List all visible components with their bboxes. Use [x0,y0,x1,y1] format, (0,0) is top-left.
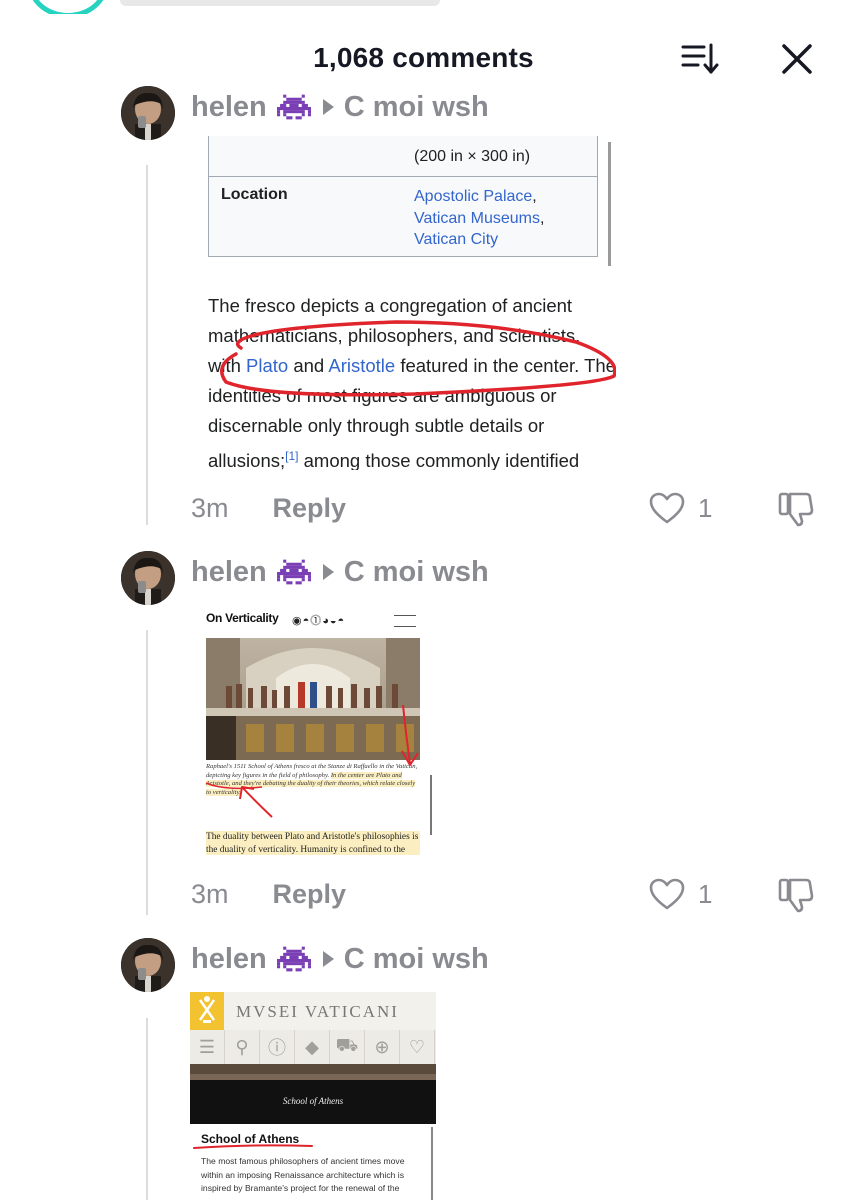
article-paragraph: The fresco depicts a congregation of anc… [208,291,616,470]
username[interactable]: helen [191,943,267,976]
location-label: Location [221,186,288,203]
dimensions-text: (200 in × 300 in) [414,148,531,165]
wikipedia-screenshot[interactable]: (200 in × 300 in) Location Apostolic Pal… [196,136,616,470]
alien-monster-icon [276,559,311,585]
ticket-icon[interactable]: ◆ [295,1030,330,1064]
info-icon[interactable]: ⓘ [260,1030,295,1064]
reply-button[interactable]: Reply [273,493,347,524]
alien-monster-icon [276,94,311,120]
avatar[interactable] [121,86,175,140]
menu-icon[interactable]: ☰ [190,1030,225,1064]
comment-header: helen C moi wsh [191,87,489,127]
dislike-icon[interactable] [776,488,816,528]
location-link[interactable]: Vatican City [414,231,498,248]
site-nav: ☰ ⚲ ⓘ ◆ ⛟ ⊕ ♡ [190,1030,436,1064]
comment-header: helen C moi wsh [191,552,489,592]
username[interactable]: helen [191,91,267,124]
username[interactable]: helen [191,556,267,589]
aristotle-link[interactable]: Aristotle [328,355,395,376]
sort-icon[interactable] [680,42,720,76]
page-body: The most famous philosophers of ancient … [201,1156,405,1193]
top-partial-bar [0,0,847,14]
thread-line [146,1018,148,1200]
reply-button[interactable]: Reply [273,879,347,910]
profile-ring [28,0,108,14]
reply-arrow-icon [322,99,334,115]
on-verticality-screenshot[interactable]: On Verticality ◉◓⓵◕◒◓ Raphael's 1511 Sch… [200,605,432,855]
plus-icon[interactable]: ⊕ [365,1030,400,1064]
banner-caption: School of Athens [282,1096,344,1106]
site-title: MVSEI VATICANI [236,1002,399,1021]
location-link[interactable]: Vatican Museums [414,210,540,227]
location-link[interactable]: Apostolic Palace [414,188,532,205]
red-underline-annotation [193,1144,313,1149]
vatican-keys-logo [190,992,224,1030]
banner [190,1064,436,1124]
vatican-museums-screenshot[interactable]: MVSEI VATICANI ☰ ⚲ ⓘ ◆ ⛟ ⊕ ♡ School of A… [190,992,436,1200]
close-icon[interactable] [778,40,816,78]
reply-to-username[interactable]: C moi wsh [344,943,489,976]
scrollbar [608,142,611,266]
search-icon[interactable]: ⚲ [225,1030,260,1064]
comment-header: helen C moi wsh [191,939,489,979]
table-divider [209,176,597,177]
site-header: MVSEI VATICANI [190,992,436,1030]
comment-time: 3m [191,492,229,523]
infobox-table: (200 in × 300 in) Location Apostolic Pal… [208,136,598,257]
paragraph-text: and [288,355,329,376]
avatar[interactable] [121,938,175,992]
scrollbar [431,1127,433,1200]
paragraph-text: among those commonly identified [298,450,580,470]
like-button[interactable]: 1 [648,488,712,528]
avatar[interactable] [121,551,175,605]
like-button[interactable]: 1 [648,874,712,914]
dislike-icon[interactable] [776,874,816,914]
location-values: Apostolic Palace, Vatican Museums, Vatic… [414,188,545,248]
reply-arrow-icon [322,951,334,967]
reply-to-username[interactable]: C moi wsh [344,91,489,124]
heart-icon [649,492,685,524]
alien-monster-icon [276,946,311,972]
heart-outline-icon[interactable]: ♡ [400,1030,435,1064]
reply-to-username[interactable]: C moi wsh [344,556,489,589]
top-text-cutoff [120,0,440,6]
comment-meta: 3m Reply [191,874,346,914]
comments-header: 1,068 comments [0,30,847,86]
comment-meta: 3m Reply [191,488,346,528]
like-count: 1 [698,492,713,523]
cart-icon[interactable]: ⛟ [330,1030,365,1064]
reply-arrow-icon [322,564,334,580]
red-arrow-annotations [205,704,419,818]
citation-ref[interactable]: [1] [285,449,298,463]
plato-link[interactable]: Plato [246,355,288,376]
comment-time: 3m [191,878,229,909]
heart-icon [649,878,685,910]
thread-line [146,630,148,915]
like-count: 1 [698,878,713,909]
thread-line [146,165,148,525]
